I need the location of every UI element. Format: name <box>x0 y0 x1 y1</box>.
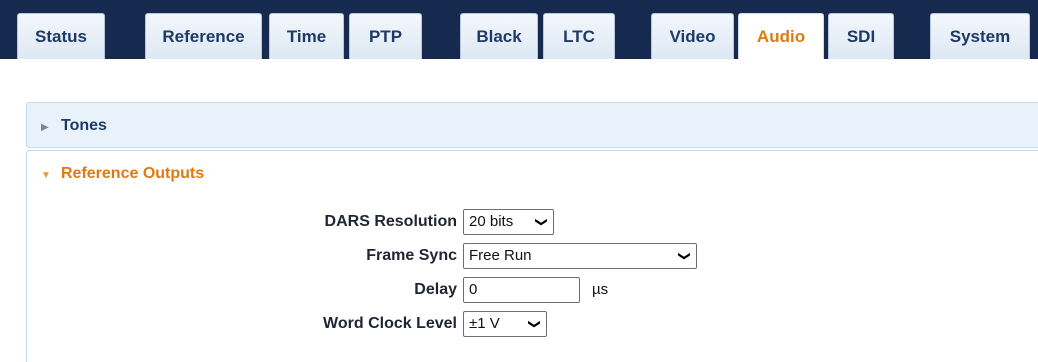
main-tab-bar: Status Reference Time PTP Black LTC Vide… <box>0 0 1038 66</box>
delay-input[interactable]: 0 <box>463 277 580 303</box>
chevron-down-icon: ❯ <box>677 250 692 262</box>
frame-sync-select[interactable]: Free Run ❯ <box>463 243 697 269</box>
triangle-right-icon: ▶ <box>41 122 49 133</box>
tab-time[interactable]: Time <box>269 13 344 59</box>
dars-resolution-value: 20 bits <box>469 213 514 230</box>
tab-black[interactable]: Black <box>460 13 538 59</box>
tab-system[interactable]: System <box>930 13 1030 59</box>
dars-resolution-label: DARS Resolution <box>324 213 457 230</box>
tab-status[interactable]: Status <box>17 13 105 59</box>
word-clock-level-row: Word Clock Level ±1 V ❯ <box>27 311 1027 339</box>
tab-ptp[interactable]: PTP <box>349 13 422 59</box>
frame-sync-value: Free Run <box>469 247 532 264</box>
section-tones-header[interactable]: ▶ Tones <box>26 102 1038 148</box>
section-reference-outputs: ▼ Reference Outputs DARS Resolution 20 bi… <box>26 150 1038 362</box>
chevron-down-icon: ❯ <box>534 216 549 228</box>
tab-ltc[interactable]: LTC <box>543 13 615 59</box>
word-clock-level-label: Word Clock Level <box>323 315 457 332</box>
delay-value: 0 <box>469 281 478 298</box>
dars-resolution-row: DARS Resolution 20 bits ❯ <box>27 209 1027 237</box>
word-clock-level-select[interactable]: ±1 V ❯ <box>463 311 547 337</box>
dars-resolution-select[interactable]: 20 bits ❯ <box>463 209 554 235</box>
delay-unit: µs <box>592 281 609 298</box>
triangle-down-icon: ▼ <box>41 170 51 181</box>
section-reference-outputs-title: Reference Outputs <box>61 165 205 182</box>
chevron-down-icon: ❯ <box>527 318 542 330</box>
section-tones-title: Tones <box>61 117 107 134</box>
tab-reference[interactable]: Reference <box>145 13 262 59</box>
frame-sync-row: Frame Sync Free Run ❯ <box>27 243 1027 271</box>
tab-sdi[interactable]: SDI <box>828 13 894 59</box>
word-clock-level-value: ±1 V <box>469 315 500 332</box>
delay-label: Delay <box>414 281 457 298</box>
frame-sync-label: Frame Sync <box>366 247 457 264</box>
delay-row: Delay 0 µs <box>27 277 1027 305</box>
section-reference-outputs-header[interactable]: ▼ Reference Outputs <box>27 151 1038 197</box>
tab-baseline <box>0 59 1038 66</box>
tab-video[interactable]: Video <box>651 13 734 59</box>
